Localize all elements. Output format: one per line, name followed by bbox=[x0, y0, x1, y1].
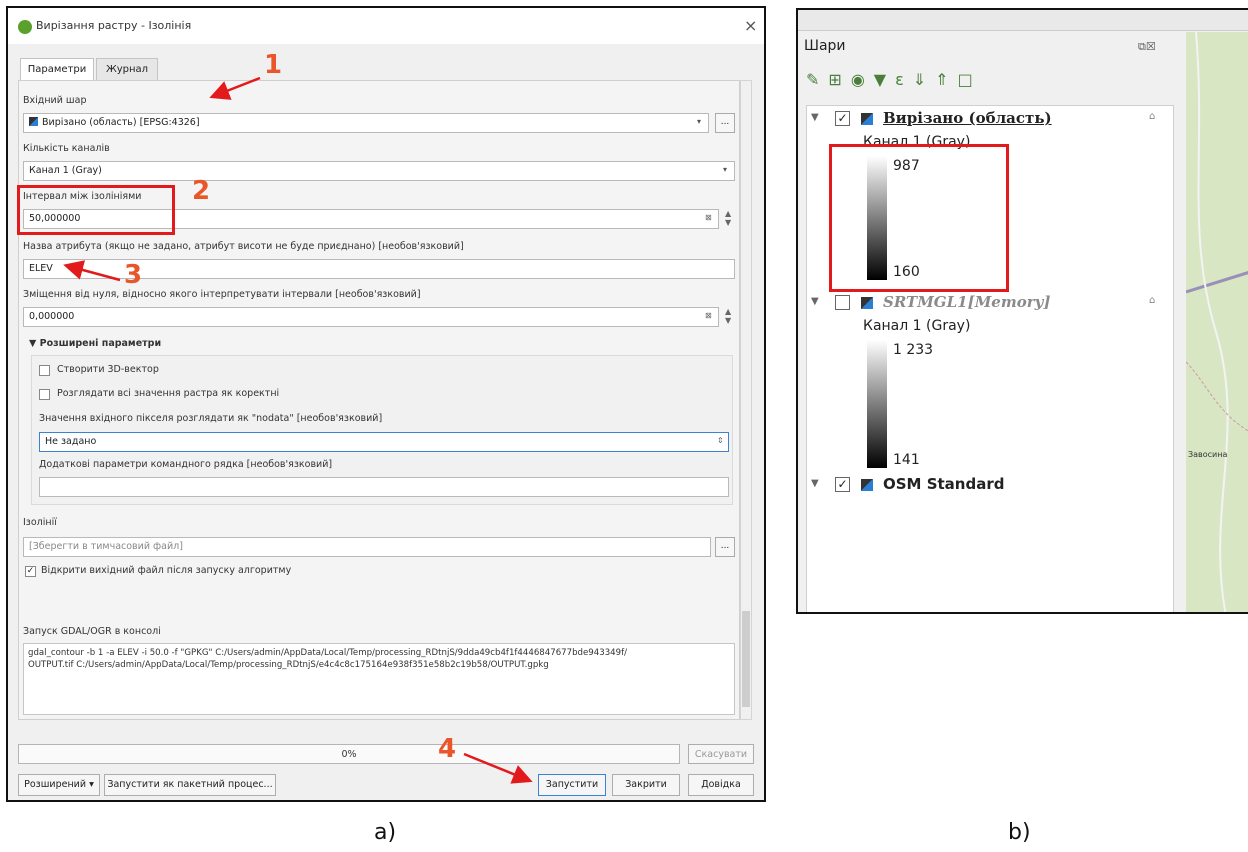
expression-icon[interactable]: ε bbox=[895, 70, 913, 89]
arrow-3 bbox=[63, 260, 121, 282]
expand-icon[interactable]: ⇓ bbox=[913, 70, 935, 89]
remove-layer-icon[interactable]: □ bbox=[958, 70, 982, 89]
layers-panel-title: Шари bbox=[804, 38, 846, 54]
layer-3-name[interactable]: OSM Standard bbox=[883, 475, 1004, 493]
layer-2-name[interactable]: SRTMGL1[Memory] bbox=[883, 293, 1050, 311]
arrow-1 bbox=[209, 76, 261, 100]
annotation-arrows bbox=[63, 76, 533, 784]
map-label: Завосина bbox=[1188, 450, 1228, 459]
layer-indicator-icon[interactable]: ⌂ bbox=[1149, 111, 1155, 122]
layer-2-ramp bbox=[867, 340, 887, 468]
layer-2-band: Канал 1 (Gray) bbox=[863, 318, 971, 334]
arrow-4 bbox=[463, 752, 533, 784]
map-features bbox=[1185, 31, 1248, 612]
top-toolbar-strip bbox=[798, 10, 1248, 31]
expand-arrow-icon[interactable]: ▼ bbox=[811, 478, 819, 489]
expand-arrow-icon[interactable]: ▼ bbox=[811, 296, 819, 307]
layers-tree: ▼ ✓ Вирізано (область) ⌂ Канал 1 (Gray) … bbox=[806, 105, 1174, 612]
panel-float-close-icons[interactable]: ⧉☒ bbox=[1138, 40, 1156, 54]
add-group-icon[interactable]: ⊞ bbox=[828, 70, 850, 89]
layer-indicator-icon[interactable]: ⌂ bbox=[1149, 295, 1155, 306]
style-icon[interactable]: ✎ bbox=[806, 70, 828, 89]
caption-a: a) bbox=[374, 820, 397, 845]
expand-arrow-icon[interactable]: ▼ bbox=[811, 112, 819, 123]
layer-1-name[interactable]: Вирізано (область) bbox=[883, 109, 1052, 127]
layers-toolbar[interactable]: ✎⊞◉▼ε⇓⇑□ bbox=[806, 70, 982, 89]
raster-layer-icon bbox=[861, 113, 873, 125]
layer-1-checkbox[interactable]: ✓ bbox=[835, 111, 850, 126]
layers-panel: Шари ⧉☒ ✎⊞◉▼ε⇓⇑□ ▼ ✓ Вирізано (область) … bbox=[796, 8, 1248, 614]
collapse-icon[interactable]: ⇑ bbox=[935, 70, 957, 89]
raster-layer-icon bbox=[861, 297, 873, 309]
eye-icon[interactable]: ◉ bbox=[851, 70, 874, 89]
caption-b: b) bbox=[1008, 820, 1031, 845]
layer-2-checkbox[interactable] bbox=[835, 295, 850, 310]
layer-2-max: 1 233 bbox=[893, 342, 934, 358]
layer-3-checkbox[interactable]: ✓ bbox=[835, 477, 850, 492]
layer-2-min: 141 bbox=[893, 452, 920, 468]
filter-icon[interactable]: ▼ bbox=[874, 70, 895, 89]
map-canvas[interactable]: Завосина bbox=[1185, 31, 1248, 612]
highlight-box-legend bbox=[829, 144, 1009, 292]
processing-dialog: Вирізання растру - Ізолінія × Параметри … bbox=[6, 6, 766, 802]
raster-layer-icon bbox=[861, 479, 873, 491]
